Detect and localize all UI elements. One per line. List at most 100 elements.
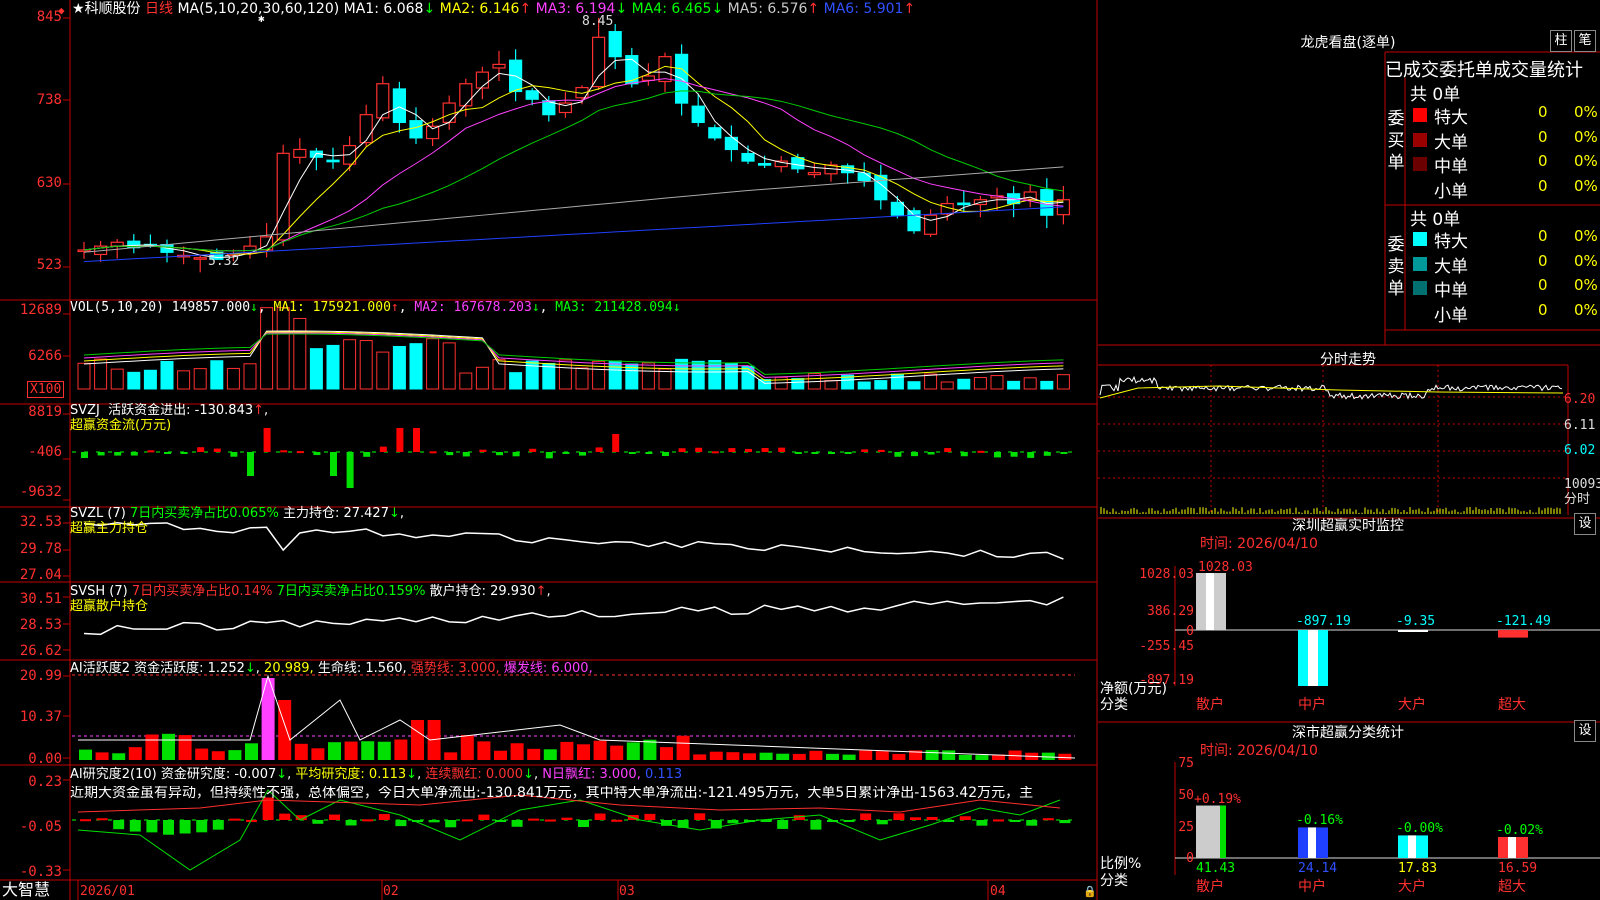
order-size-swatch bbox=[1413, 181, 1427, 196]
monitor-xlabel: 分类 bbox=[1100, 697, 1128, 713]
order-size-count: 0 bbox=[1538, 227, 1548, 245]
activity-bar bbox=[494, 750, 507, 760]
fund-flow-bar bbox=[296, 451, 304, 454]
candle-body bbox=[359, 114, 373, 144]
fund-flow-bar bbox=[612, 434, 620, 452]
classify-tick: 25 bbox=[1178, 820, 1194, 835]
research-bar bbox=[893, 813, 905, 820]
fund-flow-bar bbox=[396, 428, 404, 452]
ma-value-4: MA4: 6.465 bbox=[627, 1, 712, 17]
research-bar bbox=[611, 819, 623, 822]
research-bar bbox=[345, 820, 357, 826]
ai2-tick: -0.05 bbox=[19, 819, 62, 835]
volume-bar bbox=[1007, 380, 1021, 390]
ai1-header: AI活跃度2 资金活跃度: 1.252↓, 20.989, 生命线: 1.560… bbox=[70, 661, 593, 676]
fund-flow-bar bbox=[794, 452, 802, 454]
intraday-unit: 分时 bbox=[1564, 492, 1591, 507]
candle-body bbox=[525, 90, 539, 100]
candle-body bbox=[857, 172, 871, 181]
classify-change: -0.02% bbox=[1496, 822, 1543, 838]
volume-bar bbox=[376, 351, 390, 390]
fund-flow-bar bbox=[761, 447, 769, 452]
research-bar bbox=[362, 819, 374, 822]
svsh-sub: 超赢散户持仓 bbox=[70, 599, 149, 614]
activity-bar bbox=[145, 734, 159, 760]
period-label[interactable]: 日线 bbox=[145, 1, 173, 17]
candle-body bbox=[741, 152, 755, 162]
volume-bar bbox=[177, 370, 191, 390]
research-bar bbox=[578, 820, 589, 827]
activity-bar bbox=[294, 743, 308, 760]
activity-bar bbox=[809, 750, 823, 760]
bar-view-button[interactable]: 柱 bbox=[1550, 30, 1572, 52]
fund-flow-bar bbox=[894, 452, 902, 457]
ai1-tick: 20.99 bbox=[19, 668, 62, 684]
activity-bar bbox=[328, 742, 341, 760]
main-chart-canvas[interactable] bbox=[0, 0, 1098, 900]
activity-bar bbox=[726, 752, 740, 760]
volume-bar bbox=[160, 360, 174, 390]
volume-bar bbox=[708, 360, 722, 390]
activity-bar bbox=[693, 754, 707, 760]
classify-settings-button[interactable]: 设 bbox=[1574, 720, 1596, 742]
candle-body bbox=[890, 201, 905, 216]
research-bar bbox=[727, 820, 739, 824]
tick-view-button[interactable]: 笔 bbox=[1574, 30, 1596, 52]
volume-bar bbox=[741, 365, 755, 390]
volume-bar bbox=[724, 362, 738, 390]
classify-change: -0.00% bbox=[1396, 821, 1443, 837]
candle-body bbox=[77, 249, 91, 253]
activity-bar bbox=[826, 753, 839, 760]
intraday-tick: 6.11 bbox=[1564, 418, 1596, 433]
fund-flow-bar bbox=[130, 452, 138, 456]
order-size-label: 大单 bbox=[1434, 132, 1468, 153]
research-bar bbox=[810, 820, 822, 830]
research-line bbox=[77, 789, 1061, 871]
intraday-tick: 6.20 bbox=[1564, 392, 1596, 407]
candle-body bbox=[641, 75, 656, 81]
order-size-swatch bbox=[1413, 281, 1427, 295]
ai2-tick: -0.33 bbox=[19, 864, 62, 880]
monitor-ylabel: 净额(万元) bbox=[1100, 681, 1167, 697]
activity-bar bbox=[792, 753, 806, 760]
order-size-percent: 0% bbox=[1574, 152, 1598, 170]
order-size-percent: 0% bbox=[1574, 127, 1598, 146]
order-size-count: 0 bbox=[1538, 251, 1548, 270]
research-bar bbox=[113, 820, 125, 830]
svzj-tick: -9632 bbox=[19, 484, 62, 500]
fund-flow-bar bbox=[446, 452, 454, 456]
ai1-tick: 10.37 bbox=[19, 709, 62, 725]
fund-flow-bar bbox=[811, 452, 819, 454]
activity-bar bbox=[527, 748, 541, 760]
classify-value: 24.14 bbox=[1298, 861, 1338, 876]
volume-bar bbox=[924, 373, 938, 390]
research-bar bbox=[561, 817, 573, 820]
candle-body bbox=[957, 202, 971, 206]
volume-bar bbox=[77, 362, 91, 390]
monitor-settings-button[interactable]: 设 bbox=[1574, 513, 1596, 535]
order-size-label: 特大 bbox=[1434, 232, 1468, 252]
research-bar bbox=[129, 820, 141, 832]
monitor-bar bbox=[1498, 630, 1528, 638]
lock-icon[interactable]: 🔒 bbox=[1083, 884, 1097, 899]
fund-flow-bar bbox=[628, 452, 636, 454]
fund-flow-bar bbox=[313, 452, 321, 456]
fund-flow-bar bbox=[479, 449, 487, 452]
order-size-label: 小单 bbox=[1434, 181, 1468, 202]
svzl-sub: 超赢主力持仓 bbox=[70, 521, 149, 536]
fund-flow-bar bbox=[977, 450, 985, 453]
activity-bar bbox=[211, 751, 225, 760]
order-size-percent: 0% bbox=[1574, 176, 1598, 195]
activity-bar bbox=[643, 739, 657, 760]
activity-bar bbox=[477, 741, 491, 760]
activity-bar bbox=[162, 733, 175, 760]
kline-chart-area[interactable]: ★科顺股份 日线 MA(5,10,20,30,60,120) MA1: 6.06… bbox=[0, 0, 1098, 900]
fund-flow-bar bbox=[147, 450, 155, 453]
research-bar bbox=[843, 820, 855, 822]
activity-bar bbox=[228, 750, 242, 760]
volume-bar bbox=[824, 380, 838, 390]
activity-bar bbox=[776, 753, 790, 760]
fund-flow-bar bbox=[247, 452, 254, 476]
activity-bar bbox=[112, 753, 126, 760]
research-bar bbox=[395, 820, 407, 827]
